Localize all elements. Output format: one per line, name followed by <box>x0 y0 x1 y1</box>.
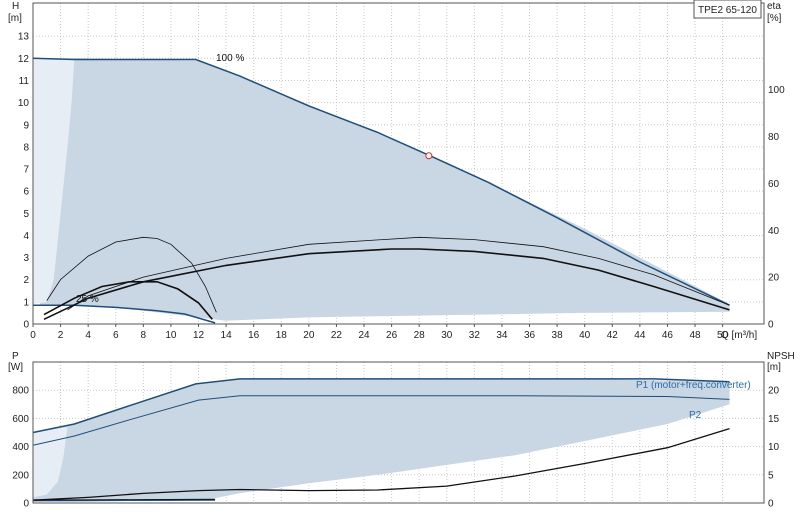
flow-axis-ticks: 0 2 4 6 8 10 12 14 16 18 20 22 24 26 28 30 32 34 36 38 40 42 4… <box>30 324 729 341</box>
flow-tick-label: 44 <box>634 330 646 341</box>
head-tick-label: 12 <box>18 54 30 65</box>
power-axis-title: P <box>12 351 19 362</box>
flow-tick-label: 10 <box>165 330 177 341</box>
flow-tick-label: 48 <box>689 330 701 341</box>
flow-tick-label: 26 <box>386 330 398 341</box>
npsh-axis-title: NPSH <box>767 351 795 362</box>
flow-tick-label: 22 <box>331 330 343 341</box>
flow-tick-label: 6 <box>113 330 119 341</box>
flow-tick-label: 2 <box>58 330 64 341</box>
efficiency-tick-label: 100 <box>768 85 785 96</box>
head-tick-label: 1 <box>23 297 29 308</box>
power-tick-label: 400 <box>12 442 29 453</box>
head-tick-label: 5 <box>23 209 29 220</box>
head-tick-label: 3 <box>23 253 29 264</box>
flow-tick-label: 4 <box>85 330 91 341</box>
head-tick-label: 0 <box>23 320 29 331</box>
performance-panel: 0 2 4 6 8 10 12 14 16 18 20 22 24 26 28 30 32 34 36 38 40 42 4… <box>8 0 785 341</box>
flow-tick-label: 14 <box>221 330 233 341</box>
flow-tick-label: 12 <box>193 330 205 341</box>
p2-curve-label: P2 <box>689 410 702 421</box>
flow-tick-label: 16 <box>248 330 260 341</box>
chart-canvas: 0 2 4 6 8 10 12 14 16 18 20 22 24 26 28 30 32 34 36 38 40 42 4… <box>8 0 795 510</box>
power-npsh-panel: 0 200 400 600 800 0 5 10 15 20 P [W] NPSH [m] P1… <box>8 351 795 510</box>
efficiency-axis-unit: [%] <box>767 13 782 24</box>
duty-point-marker <box>425 152 433 160</box>
flow-tick-label: 28 <box>414 330 426 341</box>
head-tick-label: 9 <box>23 120 29 131</box>
power-tick-label: 600 <box>12 414 29 425</box>
head-axis-ticks: 012345678910111213 <box>18 32 30 331</box>
head-tick-label: 13 <box>18 32 30 43</box>
head-axis-unit: [m] <box>8 13 22 24</box>
flow-axis-label: Q [m³/h] <box>721 330 757 341</box>
npsh-tick-label: 0 <box>768 499 774 510</box>
flow-tick-label: 42 <box>607 330 619 341</box>
npsh-axis-unit: [m] <box>767 362 781 373</box>
efficiency-tick-label: 0 <box>768 320 774 331</box>
p1-curve-label: P1 (motor+freq.converter) <box>636 380 751 391</box>
flow-tick-label: 24 <box>358 330 370 341</box>
head-tick-label: 4 <box>23 231 29 242</box>
flow-tick-label: 30 <box>441 330 453 341</box>
efficiency-axis-title: eta <box>767 1 781 12</box>
flow-tick-label: 0 <box>30 330 36 341</box>
pump-curve-chart: 0 2 4 6 8 10 12 14 16 18 20 22 24 26 28 30 32 34 36 38 40 42 4… <box>0 0 800 520</box>
head-tick-label: 10 <box>18 98 30 109</box>
head-tick-label: 6 <box>23 187 29 198</box>
npsh-tick-label: 5 <box>768 470 774 481</box>
efficiency-tick-label: 60 <box>768 179 780 190</box>
power-axis-unit: [W] <box>8 362 23 373</box>
power-tick-label: 800 <box>12 386 29 397</box>
flow-tick-label: 34 <box>496 330 508 341</box>
power-tick-label: 200 <box>12 470 29 481</box>
flow-tick-label: 38 <box>552 330 564 341</box>
npsh-tick-label: 15 <box>768 414 780 425</box>
head-tick-label: 2 <box>23 275 29 286</box>
power-tick-label: 0 <box>23 499 29 510</box>
npsh-axis-ticks: 0 5 10 15 20 <box>768 386 780 510</box>
model-label: TPE2 65-120 <box>698 5 757 16</box>
p2-curve-min-speed <box>32 499 216 502</box>
flow-tick-label: 40 <box>579 330 591 341</box>
head-tick-label: 8 <box>23 142 29 153</box>
head-tick-label: 7 <box>23 165 29 176</box>
flow-tick-label: 18 <box>276 330 288 341</box>
efficiency-axis-ticks: 0 20 40 60 80 100 <box>768 85 785 330</box>
power-axis-ticks: 0 200 400 600 800 <box>12 386 29 510</box>
head-axis-title: H <box>12 1 19 12</box>
flow-tick-label: 8 <box>141 330 147 341</box>
max-speed-curve-label: 100 % <box>216 53 244 64</box>
min-speed-curve-label: 25 % <box>76 294 99 305</box>
head-tick-label: 11 <box>19 76 30 87</box>
flow-tick-label: 32 <box>469 330 481 341</box>
flow-tick-label: 20 <box>303 330 315 341</box>
efficiency-tick-label: 40 <box>768 226 780 237</box>
npsh-tick-label: 10 <box>768 442 780 453</box>
efficiency-tick-label: 20 <box>768 273 780 284</box>
efficiency-tick-label: 80 <box>768 132 780 143</box>
npsh-tick-label: 20 <box>768 386 780 397</box>
flow-tick-label: 46 <box>662 330 674 341</box>
flow-tick-label: 36 <box>524 330 536 341</box>
